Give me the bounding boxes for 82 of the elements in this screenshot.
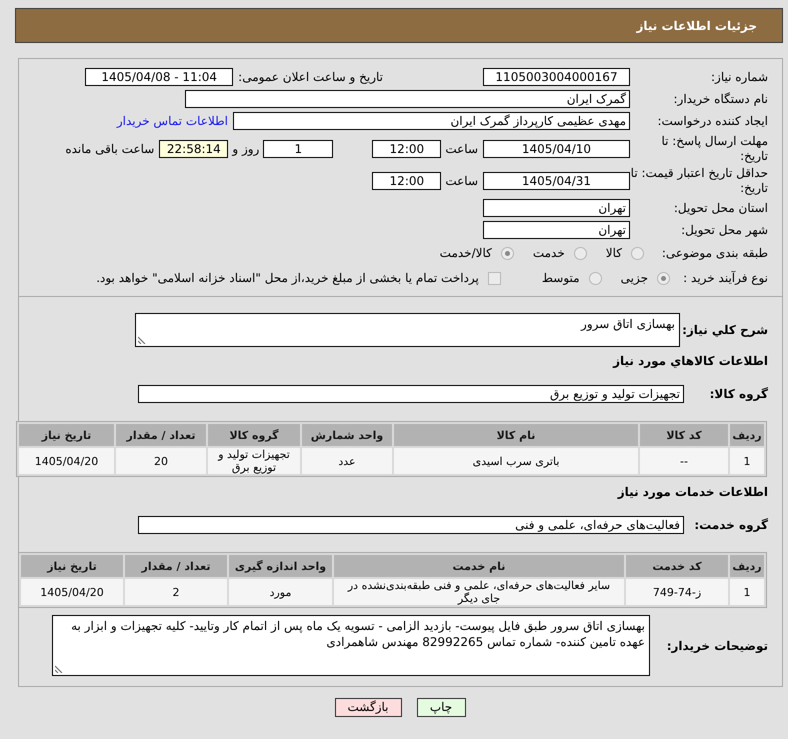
column-header: تعداد / مقدار [125,555,227,577]
table-cell: تجهیزات تولید و توزیع برق [208,448,300,474]
table-cell: عدد [302,448,392,474]
table-cell: 1405/04/20 [19,448,114,474]
radio-option-label: جزیی [620,271,648,285]
table-cell: 1 [730,579,764,605]
requester-field[interactable]: مهدی عظیمی کارپرداز گمرک ایران [233,112,630,130]
column-header: تاریخ نیاز [21,555,123,577]
column-header: واحد شمارش [302,424,392,446]
column-header: ردیف [730,555,764,577]
description-label: شرح کلي نیاز: [681,323,769,337]
table-cell: 1405/04/20 [21,579,123,605]
need-number-field[interactable]: 1105003004000167 [483,68,630,86]
price-validity-label: حداقل تاریخ اعتبار قیمت: تا تاریخ: [630,166,768,196]
delivery-city-field[interactable]: تهران [483,221,630,239]
table-cell: 2 [125,579,227,605]
resize-grip-icon[interactable] [55,665,63,673]
radio-option-label: متوسط [542,271,580,285]
column-header: نام خدمت [334,555,624,577]
radio-button[interactable] [574,246,587,260]
deadline-time-field[interactable]: 12:00 [372,140,442,158]
table-cell: -- [640,448,728,474]
group-label: گروه کالا: [708,387,769,401]
description-textarea[interactable]: بهسازی اتاق سرور [135,313,680,347]
subject-category-label: طبقه بندی موضوعی: [660,246,768,260]
radio-button[interactable] [631,246,644,260]
deadline-time-label: ساعت [445,142,478,156]
treasury-payment-checkbox[interactable] [488,272,501,284]
radio-option-label: کالا/خدمت [440,246,492,260]
buyer-contact-link[interactable]: اطلاعات تماس خریدار [116,114,228,128]
announcement-label: تاریخ و ساعت اعلان عمومی: [238,70,383,84]
section-heading: اطلاعات کالاهاي مورد نياز [612,353,769,369]
table-cell: 1 [730,448,764,474]
validity-time-label: ساعت [445,174,478,188]
table-cell: 20 [116,448,206,474]
column-header: گروه کالا [208,424,300,446]
time-remaining-label: ساعت باقی مانده [65,142,154,156]
column-header: ردیف [730,424,764,446]
table-cell: سایر فعالیت‌های حرفه‌ای، علمی و فنی طبقه‌بندی‌نشده در جای دیگر [334,579,624,605]
column-header: واحد اندازه گیری [229,555,332,577]
treasury-payment-label: پرداخت تمام یا بخشی از مبلغ خرید،از محل "اسناد خزانه اسلامی" خواهد بود. [96,271,479,285]
validity-time-field[interactable]: 12:00 [372,172,442,190]
need-number-label: شماره نیاز: [710,70,768,84]
table-cell: ز-74-749 [626,579,728,605]
buyer-notes-text: بهسازی اتاق سرور طبق فایل پیوست- بازدید الزامی - تسویه یک ماه پس از اتمام کار وتایید- کلیه تجهیزات و ابزار به عهده تامین کننده- شماره تماس 82992265 مهندس شاهمرادی [71,619,645,649]
validity-date-field[interactable]: 1405/04/31 [483,172,630,190]
buyer-organization-label: نام دستگاه خریدار: [672,92,768,106]
description-text: بهسازی اتاق سرور [581,317,675,331]
radio-button[interactable] [500,246,514,260]
days-remaining-field[interactable]: 1 [263,140,334,158]
buyer-notes-textarea[interactable]: بهسازی اتاق سرور طبق فایل پیوست- بازدید الزامی - تسویه یک ماه پس از اتمام کار وتایید- کلیه تجهیزات و ابزار به عهده تامین کننده- شماره تماس 82992265 مهندس شاهمرادی [52,615,650,676]
group-field[interactable]: تجهیزات تولید و توزیع برق [138,385,684,403]
delivery-province-field[interactable]: تهران [483,199,630,217]
time-remaining-field[interactable]: 22:58:14 [159,140,228,158]
column-header: کد کالا [640,424,728,446]
column-header: نام کالا [394,424,638,446]
column-header: تعداد / مقدار [116,424,206,446]
radio-option-label: خدمت [532,246,565,260]
response-deadline-label: مهلت ارسال پاسخ: تا تاریخ: [660,134,768,164]
print-button[interactable]: چاپ [416,698,466,717]
resize-grip-icon[interactable] [138,336,146,344]
delivery-province-label: استان محل تحویل: [672,200,768,216]
days-label: روز و [232,142,260,156]
column-header: کد خدمت [626,555,728,577]
radio-button[interactable] [588,272,602,284]
page-title: جزئیات اطلاعات نیاز [636,18,757,32]
announcement-field[interactable]: 1405/04/08 - 11:04 [85,68,234,86]
group-field[interactable]: فعالیت‌های حرفه‌ای، علمی و فنی [138,516,684,534]
radio-button[interactable] [657,272,670,284]
section-heading: اطلاعات خدمات مورد نیاز [616,484,769,500]
table-cell: باتری سرب اسیدی [394,448,638,474]
deadline-date-field[interactable]: 1405/04/10 [483,140,630,158]
group-label: گروه خدمت: [693,518,769,532]
buyer-notes-label: توضیحات خریدار: [666,638,769,652]
requester-label: ایجاد کننده درخواست: [656,114,768,128]
delivery-city-label: شهر محل تحویل: [680,222,768,238]
column-header: تاریخ نیاز [19,424,114,446]
purchase-process-label: نوع فرآیند خرید : [682,271,768,285]
table-cell: مورد [229,579,332,605]
radio-option-label: کالا [606,246,622,260]
back-button[interactable]: بازگشت [334,698,402,717]
buyer-organization-field[interactable]: گمرک ایران [185,90,630,108]
